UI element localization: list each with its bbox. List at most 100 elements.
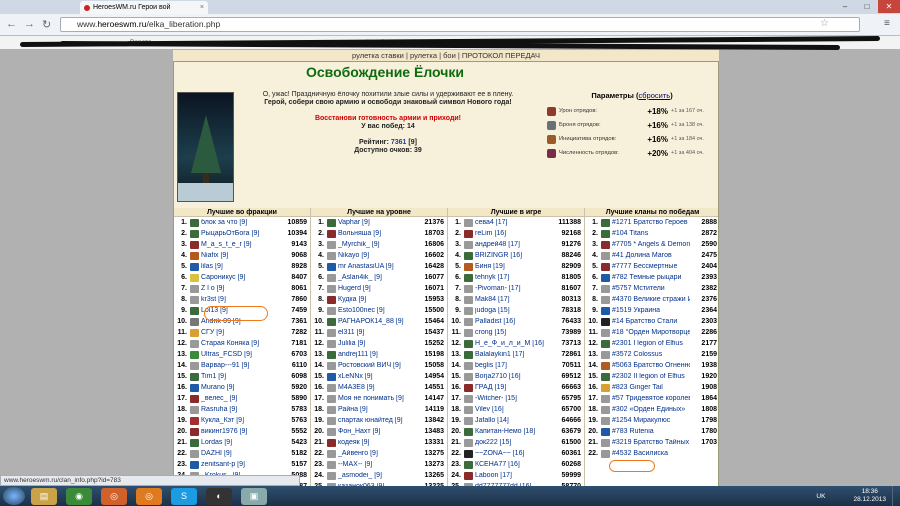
player-name-link[interactable]: #4370 Великие стражи Империи xyxy=(612,296,690,303)
player-name-link[interactable]: Murano [9] xyxy=(201,384,280,391)
player-name-link[interactable]: Биня [19] xyxy=(475,263,554,270)
player-name-link[interactable]: #18 °Орден Миротворцев° xyxy=(612,329,690,336)
player-name-link[interactable]: ГРАД [19] xyxy=(475,384,554,391)
player-name-link[interactable]: Vilev [16] xyxy=(475,406,554,413)
player-name-link[interactable]: док222 [15] xyxy=(475,439,554,446)
player-name-link[interactable]: #14 Братство Стали xyxy=(612,318,690,325)
skype-icon[interactable]: S xyxy=(171,487,197,505)
steam-icon[interactable]: ◐ xyxy=(206,487,232,505)
player-name-link[interactable]: reLim [16] xyxy=(475,230,554,237)
player-name-link[interactable]: Н_е_Ф_и_л_и_М [16] xyxy=(475,340,554,347)
player-name-link[interactable]: -Pivoman- [17] xyxy=(475,285,554,292)
player-name-link[interactable]: mr AnastasiUA [9] xyxy=(338,263,417,270)
game-nav-links[interactable]: рулетка ставки | рулетка | бои | ПРОТОКО… xyxy=(173,50,719,61)
player-name-link[interactable]: Lol13 [9] xyxy=(201,307,280,314)
player-name-link[interactable]: #104 Titans xyxy=(612,230,690,237)
reset-link[interactable]: сбросить xyxy=(639,91,671,100)
player-name-link[interactable]: Сароникус [9] xyxy=(201,274,280,281)
player-name-link[interactable]: crong [15] xyxy=(475,329,554,336)
player-name-link[interactable]: РыцарьОтБога [9] xyxy=(201,230,280,237)
bookmark-star-icon[interactable]: ☆ xyxy=(820,18,829,29)
player-name-link[interactable]: #783 Rutenia xyxy=(612,428,690,435)
player-name-link[interactable]: #7705 * Angels & Demons ¥ xyxy=(612,241,690,248)
player-name-link[interactable]: ~~ZONA~~ [16] xyxy=(475,450,554,457)
player-name-link[interactable]: #57 Тридевятое королевство xyxy=(612,395,690,402)
player-name-link[interactable]: Julilia [9] xyxy=(338,340,417,347)
player-name-link[interactable]: Ultras_FCSD [9] xyxy=(201,351,280,358)
player-name-link[interactable]: Кукла_Кэт [9] xyxy=(201,417,280,424)
player-name-link[interactable]: Borja2710 [16] xyxy=(475,373,554,380)
player-name-link[interactable]: #3572 Colossus xyxy=(612,351,690,358)
player-name-link[interactable]: Palladist [16] xyxy=(475,318,554,325)
player-name-link[interactable]: #5063 Братство Огненного Дракона xyxy=(612,362,690,369)
player-name-link[interactable]: BRIZINGR [16] xyxy=(475,252,554,259)
player-name-link[interactable]: andrej111 [9] xyxy=(338,351,417,358)
player-name-link[interactable]: M_a_s_t_e_r [9] xyxy=(201,241,280,248)
show-desktop-button[interactable] xyxy=(892,486,900,506)
player-name-link[interactable]: Ростовский ВИЧ [9] xyxy=(338,362,417,369)
maximize-button[interactable]: □ xyxy=(856,0,878,13)
player-name-link[interactable]: _asmodei_ [9] xyxy=(338,472,417,479)
player-name-link[interactable]: Капитан-Немо [18] xyxy=(475,428,554,435)
player-name-link[interactable]: Laboon [17] xyxy=(475,472,554,479)
player-name-link[interactable]: #5757 Мстители xyxy=(612,285,690,292)
player-name-link[interactable]: КСЕНА77 [16] xyxy=(475,461,554,468)
player-name-link[interactable]: кодеяк [9] xyxy=(338,439,417,446)
player-name-link[interactable]: Jafallo [14] xyxy=(475,417,554,424)
back-icon[interactable]: ← xyxy=(6,18,17,30)
player-name-link[interactable]: Mak84 [17] xyxy=(475,296,554,303)
player-name-link[interactable]: PAГНАРОК14_88 [9] xyxy=(338,318,417,325)
player-name-link[interactable]: #302 «Орден Единых» xyxy=(612,406,690,413)
player-name-link[interactable]: _Myrchik_ [9] xyxy=(338,241,417,248)
player-name-link[interactable]: СГУ [9] xyxy=(201,329,280,336)
clock[interactable]: 18:36 28.12.2013 xyxy=(853,488,886,504)
app-icon[interactable]: ▣ xyxy=(241,487,267,505)
player-name-link[interactable]: #7777 Бессмертные xyxy=(612,263,690,270)
player-name-link[interactable]: Rasruha [9] xyxy=(201,406,280,413)
player-name-link[interactable]: beglis [17] xyxy=(475,362,554,369)
player-name-link[interactable]: tehnyk [17] xyxy=(475,274,554,281)
player-name-link[interactable]: Lordas [9] xyxy=(201,439,280,446)
player-name-link[interactable]: спартак юнайтед [9] xyxy=(338,417,417,424)
player-name-link[interactable]: Tim1 [9] xyxy=(201,373,280,380)
browser-menu-icon[interactable]: ≡ xyxy=(884,18,890,29)
firefox-icon[interactable]: ◎ xyxy=(101,487,127,505)
player-name-link[interactable]: Vaphar [9] xyxy=(338,219,417,226)
player-name-link[interactable]: zenitsant-p [9] xyxy=(201,461,280,468)
start-button[interactable] xyxy=(3,487,25,505)
player-name-link[interactable]: #2302 II legion of Elfius xyxy=(612,373,690,380)
minimize-button[interactable]: – xyxy=(834,0,856,13)
player-name-link[interactable]: _Айвенго [9] xyxy=(338,450,417,457)
player-name-link[interactable]: #4532 Василиска xyxy=(612,450,690,457)
forward-icon[interactable]: → xyxy=(24,18,35,30)
reload-icon[interactable]: ↻ xyxy=(42,18,51,31)
player-name-link[interactable]: M4A3E8 [9] xyxy=(338,384,417,391)
player-name-link[interactable]: #823 Ginger Tail xyxy=(612,384,690,391)
player-name-link[interactable]: lilas [9] xyxy=(201,263,280,270)
player-name-link[interactable]: Моя не понимать [9] xyxy=(338,395,417,402)
player-name-link[interactable]: сева4 [17] xyxy=(475,219,554,226)
player-name-link[interactable]: Старая Коняка [9] xyxy=(201,340,280,347)
explorer-icon[interactable]: ▤ xyxy=(31,487,57,505)
player-name-link[interactable]: judoga [15] xyxy=(475,307,554,314)
browser-tab[interactable]: HeroesWM.ru Герои вой × xyxy=(80,1,208,14)
player-name-link[interactable]: Вольняша [9] xyxy=(338,230,417,237)
player-name-link[interactable]: викинг1976 [9] xyxy=(201,428,280,435)
chrome-icon[interactable]: ◉ xyxy=(66,487,92,505)
close-tab-icon[interactable]: × xyxy=(200,4,204,11)
player-name-link[interactable]: Hugerd [9] xyxy=(338,285,417,292)
language-indicator[interactable]: UK xyxy=(816,493,825,500)
player-name-link[interactable]: Кудка [9] xyxy=(338,296,417,303)
player-name-link[interactable]: #2301 I legion of Elfius xyxy=(612,340,690,347)
player-name-link[interactable]: Nikayo [9] xyxy=(338,252,417,259)
player-name-link[interactable]: #41 Долина Магов xyxy=(612,252,690,259)
player-name-link[interactable]: Balalaykin1 [17] xyxy=(475,351,554,358)
player-name-link[interactable]: --MAX-- [9] xyxy=(338,461,417,468)
player-name-link[interactable]: блок за что [9] xyxy=(201,219,280,226)
player-name-link[interactable]: Niafix [9] xyxy=(201,252,280,259)
close-window-button[interactable]: ✕ xyxy=(878,0,900,13)
player-name-link[interactable]: _Aslan4ik_ [9] xyxy=(338,274,417,281)
player-name-link[interactable]: _велес_ [9] xyxy=(201,395,280,402)
address-bar[interactable]: www.heroeswm.ru/elka_liberation.php xyxy=(60,17,860,32)
player-name-link[interactable]: Варвар---91 [9] xyxy=(201,362,280,369)
